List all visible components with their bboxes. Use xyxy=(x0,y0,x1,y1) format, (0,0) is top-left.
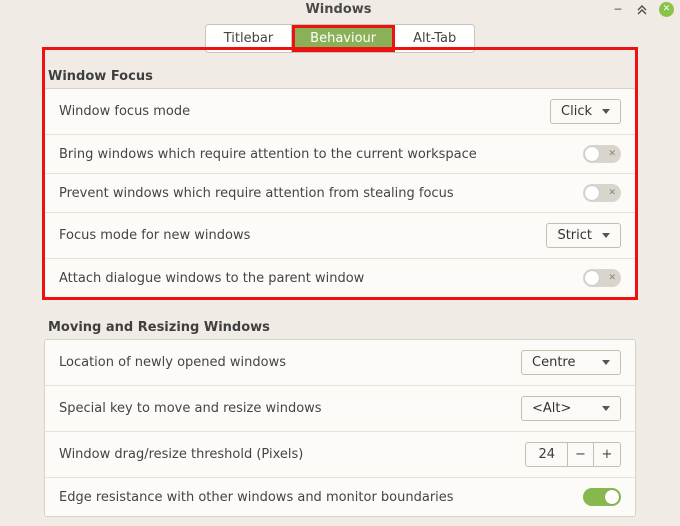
window-title: Windows xyxy=(305,2,371,17)
toggle-knob xyxy=(585,147,599,161)
stepper-increment[interactable]: + xyxy=(594,443,620,466)
row-drag-threshold: Window drag/resize threshold (Pixels) 24… xyxy=(45,432,635,478)
label-new-window-focus: Focus mode for new windows xyxy=(59,228,250,243)
toggle-off-icon: ✕ xyxy=(608,188,616,198)
chevron-down-icon xyxy=(602,360,610,365)
toggle-knob xyxy=(605,490,619,504)
dropdown-special-key[interactable]: <Alt> xyxy=(521,396,621,421)
chevron-down-icon xyxy=(602,109,610,114)
stepper-drag-threshold[interactable]: 24 − + xyxy=(525,442,621,467)
toggle-attach-dialogue[interactable]: ✕ xyxy=(583,269,621,287)
section-title-move: Moving and Resizing Windows xyxy=(48,320,632,335)
maximize-button[interactable] xyxy=(635,3,649,17)
row-attach-dialogue: Attach dialogue windows to the parent wi… xyxy=(45,259,635,297)
toggle-knob xyxy=(585,271,599,285)
toggle-knob xyxy=(585,186,599,200)
dropdown-location[interactable]: Centre xyxy=(521,350,621,375)
toggle-prevent-steal[interactable]: ✕ xyxy=(583,184,621,202)
toggle-off-icon: ✕ xyxy=(608,273,616,283)
row-location-new-windows: Location of newly opened windows Centre xyxy=(45,340,635,386)
stepper-value[interactable]: 24 xyxy=(526,443,568,466)
label-focus-mode: Window focus mode xyxy=(59,104,190,119)
label-special-key: Special key to move and resize windows xyxy=(59,401,322,416)
dropdown-special-key-value: <Alt> xyxy=(532,401,571,416)
tab-bar-wrap: Titlebar Behaviour Alt-Tab xyxy=(0,24,680,53)
row-new-window-focus: Focus mode for new windows Strict xyxy=(45,213,635,259)
tab-behaviour[interactable]: Behaviour xyxy=(292,25,395,52)
window-focus-block: Window Focus Window focus mode Click Bri… xyxy=(44,69,636,298)
row-focus-mode: Window focus mode Click xyxy=(45,89,635,135)
chevron-down-icon xyxy=(602,233,610,238)
label-location-new-windows: Location of newly opened windows xyxy=(59,355,286,370)
dropdown-new-window-focus-value: Strict xyxy=(557,228,592,243)
row-prevent-steal: Prevent windows which require attention … xyxy=(45,174,635,213)
label-drag-threshold: Window drag/resize threshold (Pixels) xyxy=(59,447,303,462)
dropdown-focus-mode[interactable]: Click xyxy=(550,99,621,124)
toggle-bring-attention[interactable]: ✕ xyxy=(583,145,621,163)
tab-bar: Titlebar Behaviour Alt-Tab xyxy=(205,24,476,53)
window-titlebar: Windows ─ ✕ xyxy=(0,0,680,18)
panel-move-resize: Location of newly opened windows Centre … xyxy=(44,339,636,517)
stepper-decrement[interactable]: − xyxy=(568,443,594,466)
row-special-key: Special key to move and resize windows <… xyxy=(45,386,635,432)
close-button[interactable]: ✕ xyxy=(659,2,674,17)
tab-titlebar[interactable]: Titlebar xyxy=(206,25,292,52)
label-bring-attention: Bring windows which require attention to… xyxy=(59,147,477,162)
minimize-button[interactable]: ─ xyxy=(611,3,625,17)
toggle-off-icon: ✕ xyxy=(608,149,616,159)
dropdown-location-value: Centre xyxy=(532,355,575,370)
row-edge-resistance: Edge resistance with other windows and m… xyxy=(45,478,635,516)
dropdown-focus-mode-value: Click xyxy=(561,104,592,119)
dropdown-new-window-focus[interactable]: Strict xyxy=(546,223,621,248)
window-controls: ─ ✕ xyxy=(611,2,674,17)
section-title-focus: Window Focus xyxy=(48,69,632,84)
label-prevent-steal: Prevent windows which require attention … xyxy=(59,186,454,201)
panel-window-focus: Window focus mode Click Bring windows wh… xyxy=(44,88,636,298)
toggle-edge-resistance[interactable]: ✕ xyxy=(583,488,621,506)
tab-alt-tab[interactable]: Alt-Tab xyxy=(395,25,474,52)
label-edge-resistance: Edge resistance with other windows and m… xyxy=(59,490,454,505)
label-attach-dialogue: Attach dialogue windows to the parent wi… xyxy=(59,271,364,286)
chevron-down-icon xyxy=(602,406,610,411)
row-bring-attention: Bring windows which require attention to… xyxy=(45,135,635,174)
page-body: Window Focus Window focus mode Click Bri… xyxy=(0,69,680,517)
